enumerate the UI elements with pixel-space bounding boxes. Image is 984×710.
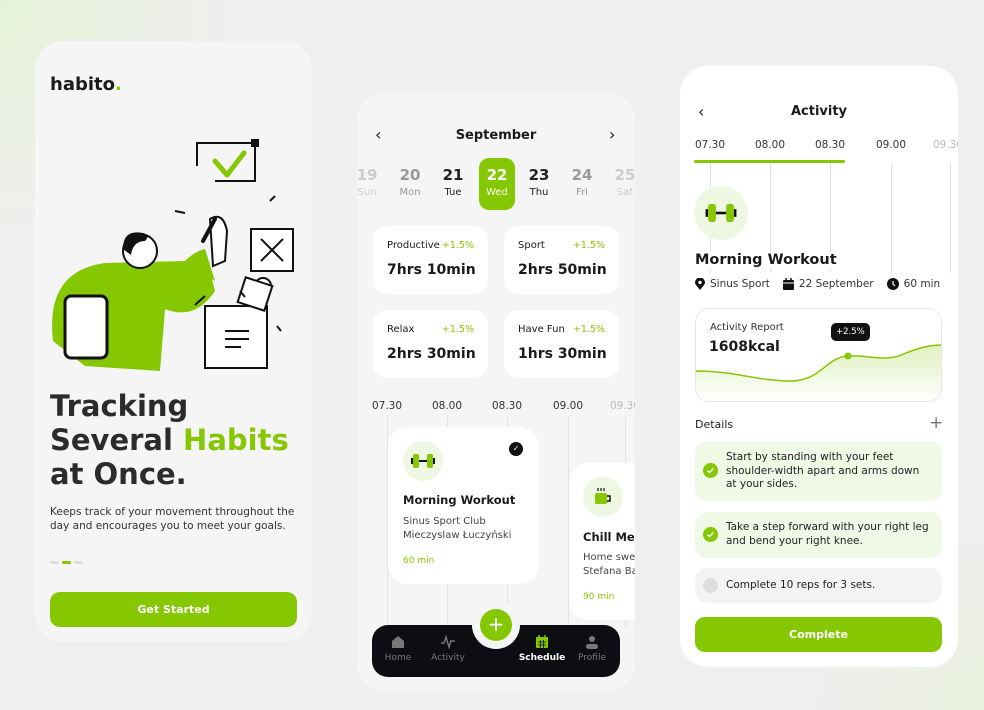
stat-card[interactable]: Relax +1.5% 2hrs 30min [373,310,488,378]
event-card[interactable]: ✓ Morning Workout Sinus Sport Club Mieczy… [388,427,539,584]
event-title: Morning Workout [403,493,516,507]
workout-meta: Sinus Sport 22 September 60 min [695,278,940,290]
activity-report-card[interactable]: Activity Report 1608kcal +2.5% [695,308,942,402]
get-started-button[interactable]: Get Started [50,592,297,627]
page-title: Activity [790,104,848,119]
activity-screen: ‹ Activity 07.30 08.00 08.30 09.00 09.30… [680,66,958,667]
stat-card[interactable]: Have Fun +1.5% 1hrs 30min [504,310,619,378]
activity-icon [441,635,455,649]
month-title: September [455,128,537,143]
details-label: Details [695,418,734,431]
location-pin-icon [695,278,705,290]
time-label: 08.30 [814,139,846,151]
day-item[interactable]: 20 Mon [392,158,428,210]
nav-activity[interactable]: Activity [423,635,473,663]
check-icon[interactable] [703,463,718,478]
time-label: 09.00 [552,400,584,412]
step-item[interactable]: Take a step forward with your right leg … [695,512,942,558]
habit-illustration [52,139,294,371]
done-check-icon: ✓ [509,442,523,456]
time-label: 08.30 [491,400,523,412]
time-label: 09.30 [609,400,635,412]
calendar-icon [782,278,794,290]
stat-card[interactable]: Productive +1.5% 7hrs 10min [373,226,488,294]
clock-icon [886,278,899,290]
logo: habito. [50,74,122,95]
time-label: 09.00 [875,139,907,151]
profile-icon [586,636,598,649]
step-item[interactable]: Complete 10 reps for 3 sets. [695,568,942,603]
chart-point [844,352,852,360]
nav-schedule[interactable]: Schedule [517,635,567,663]
day-item[interactable]: 21 Tue [435,158,471,210]
event-title: Chill Meditation [583,530,635,544]
event-duration: 60 min [403,556,435,566]
page-dot-active[interactable] [62,561,71,564]
day-item-selected[interactable]: 22 Wed [479,158,515,210]
time-label: 07.30 [694,139,726,151]
page-indicator [50,561,83,564]
check-icon[interactable] [703,527,718,542]
day-item[interactable]: 25 Sat [607,158,635,210]
next-month-icon[interactable]: › [609,125,615,144]
grid-line [950,163,951,273]
day-item[interactable]: 19 Sun [357,158,385,210]
workout-title: Morning Workout [695,252,837,268]
time-label: 09.30 [932,139,958,151]
add-detail-icon[interactable]: + [929,413,943,433]
complete-button[interactable]: Complete [695,617,942,652]
chart-tooltip: +2.5% [831,323,870,341]
nav-home[interactable]: Home [373,635,423,663]
day-item[interactable]: 23 Thu [521,158,557,210]
dumbbell-icon [403,441,443,481]
time-label: 08.00 [754,139,786,151]
day-item[interactable]: 24 Fri [564,158,600,210]
dumbbell-icon [694,186,748,240]
home-icon [392,636,404,648]
time-label: 07.30 [371,400,403,412]
page-dot[interactable] [74,561,83,564]
event-card[interactable]: Chill Meditation Home sweet homeStefana … [569,463,635,620]
page-dot[interactable] [50,561,59,564]
schedule-screen: ‹ September › 19 Sun 20 Mon 21 Tue 22 Wed 23… [357,92,635,692]
event-location: Sinus Sport Club Mieczyslaw Łuczyński [403,516,512,541]
event-location: Home sweet homeStefana Batorego [583,552,635,577]
calendar-icon [536,635,548,648]
stat-card[interactable]: Sport +1.5% 2hrs 50min [504,226,619,294]
coffee-cup-icon [583,477,623,517]
time-label: 08.00 [431,400,463,412]
unchecked-circle-icon[interactable] [703,578,718,593]
description: Keeps track of your movement throughout … [50,506,295,532]
activity-chart [696,344,941,401]
add-button[interactable]: + [480,609,512,641]
event-duration: 90 min [583,592,615,602]
nav-profile[interactable]: Profile [567,635,617,663]
headline: Tracking Several Habits at Once. [50,389,289,491]
onboarding-screen: habito. Tracking Several Habits at Once.… [35,41,312,642]
step-item[interactable]: Start by standing with your feet shoulde… [695,441,942,501]
grid-line [891,163,892,273]
